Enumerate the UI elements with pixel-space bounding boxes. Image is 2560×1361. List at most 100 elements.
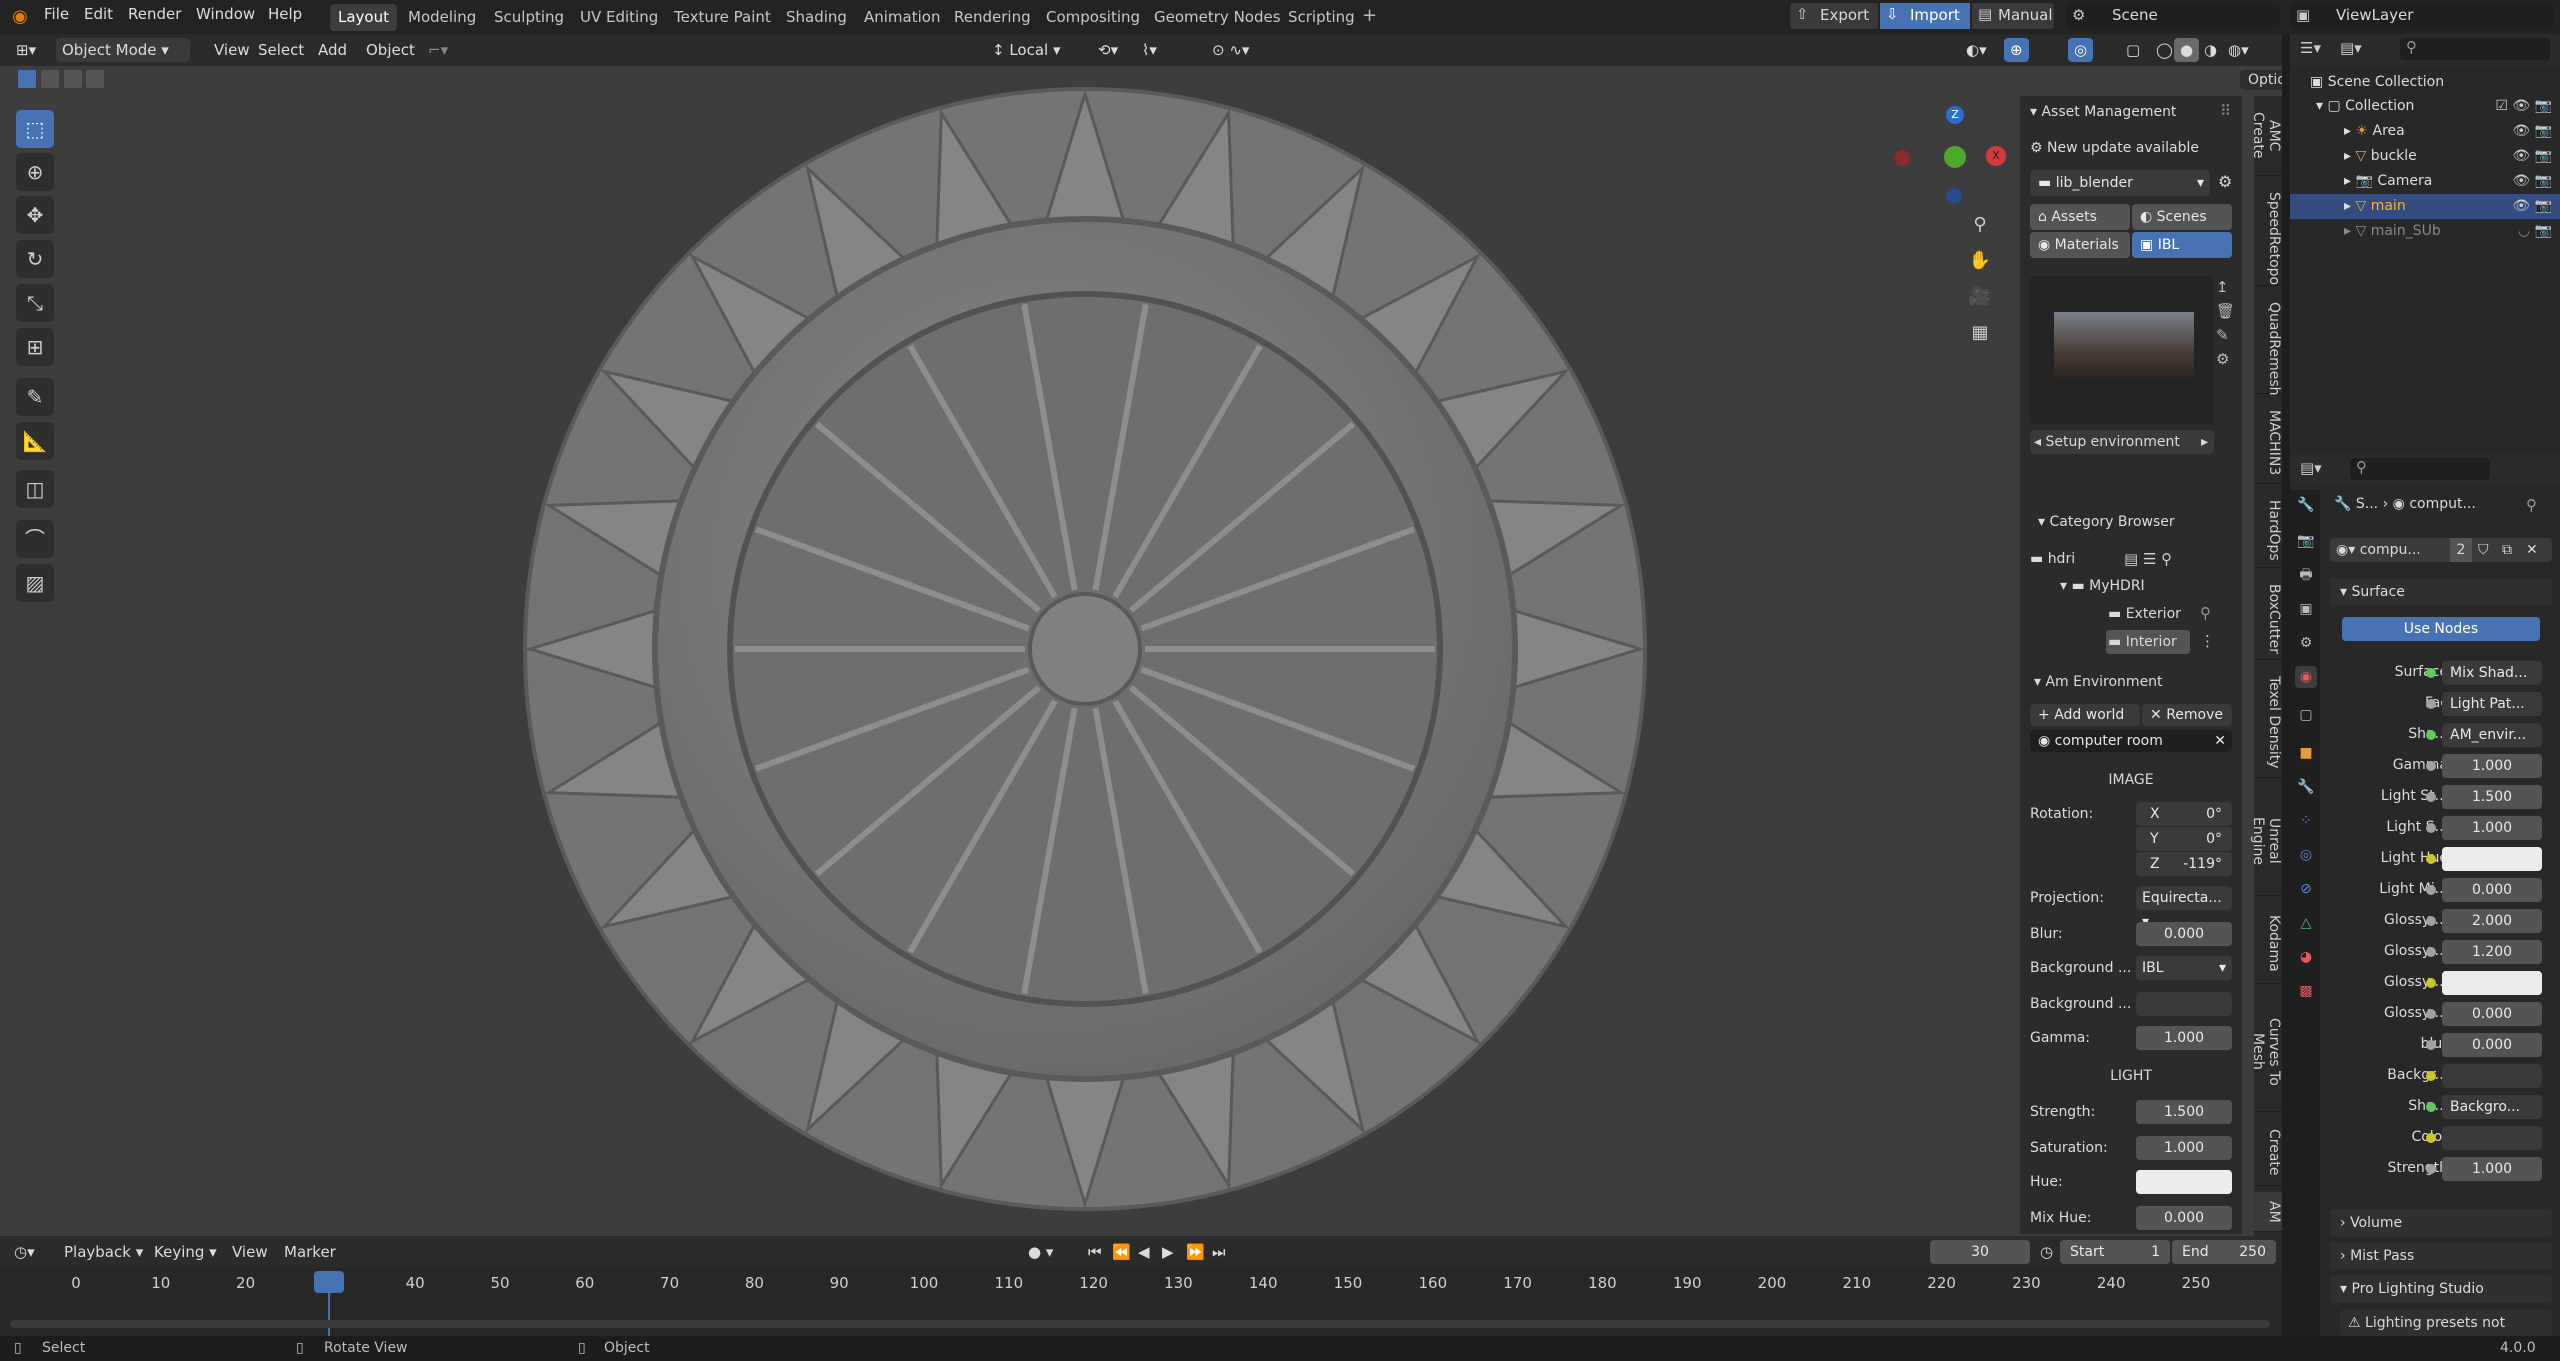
curve-tool[interactable]: ⌒ <box>16 520 54 558</box>
hdri-preview[interactable] <box>2030 276 2214 424</box>
outliner-item-buckle[interactable]: ▸ ▽ buckle 👁 📷 <box>2290 144 2560 169</box>
viewlayer-selector[interactable]: ▣ ViewLayer <box>2290 3 2554 29</box>
scene-tab-icon[interactable]: ⚙ <box>2295 632 2317 654</box>
menu-keying[interactable]: Keying ▾ <box>148 1240 223 1264</box>
jump-end-icon[interactable]: ⏭ <box>1206 1240 1232 1264</box>
tab-kodama[interactable]: Kodama <box>2254 904 2282 984</box>
current-frame-field[interactable]: 30 <box>1930 1240 2030 1264</box>
tab-machin3[interactable]: MACHIN3 <box>2254 402 2282 484</box>
move-tool[interactable]: ✥ <box>16 196 54 234</box>
pan-hand-icon[interactable]: ✋ <box>1966 250 1994 271</box>
world-name-field[interactable]: ◉ computer room ✕ <box>2030 730 2232 752</box>
export-button[interactable]: ⇧ Export <box>1790 3 1878 29</box>
collection-tab-icon[interactable]: ▢ <box>2295 704 2317 726</box>
outliner-search[interactable]: ⚲ <box>2400 38 2550 60</box>
socket-icon[interactable] <box>2426 947 2436 957</box>
socket-icon[interactable] <box>2426 854 2436 864</box>
play-reverse-icon[interactable]: ◀ <box>1132 1240 1156 1264</box>
tab-uv-editing[interactable]: UV Editing <box>572 4 666 31</box>
menu-marker[interactable]: Marker <box>278 1240 342 1264</box>
more-options-icon[interactable]: ⋮ <box>2200 632 2215 650</box>
gamma-field[interactable]: 1.000 <box>2136 1026 2232 1050</box>
menu-object[interactable]: Object <box>360 38 421 62</box>
add-cube-tool[interactable]: ◫ <box>16 470 54 508</box>
menu-window[interactable]: Window <box>196 5 255 23</box>
transform-tool[interactable]: ⊞ <box>16 328 54 366</box>
import-button[interactable]: ⇩ Import <box>1880 3 1970 29</box>
output-tab-icon[interactable]: 🖶 <box>2295 564 2317 586</box>
navigation-gizmo[interactable]: Z X <box>1880 106 2020 246</box>
preview-import-icon[interactable]: ↥ <box>2216 278 2229 296</box>
material-tab-icon[interactable]: ◕ <box>2295 946 2317 968</box>
grid-view-icon[interactable]: ▦ <box>1966 322 1994 343</box>
tab-scripting[interactable]: Scripting <box>1280 4 1363 31</box>
tab-am[interactable]: AM <box>2254 1192 2282 1232</box>
annotate-tool[interactable]: ✎ <box>16 378 54 416</box>
start-frame-field[interactable]: Start 1 <box>2060 1240 2170 1264</box>
xray-icon[interactable]: ▢ <box>2120 38 2146 62</box>
tool-tab-icon[interactable]: 🔧 <box>2295 494 2317 516</box>
image-tool[interactable]: ▨ <box>16 564 54 602</box>
data-tab-icon[interactable]: △ <box>2295 912 2317 934</box>
outliner-item-main[interactable]: ▸ ▽ main 👁 📷 <box>2290 194 2560 219</box>
gizmo-toggle-icon[interactable]: ⊕ <box>2004 38 2029 62</box>
library-settings-icon[interactable]: ⚙ <box>2218 172 2232 191</box>
tab-quadremesh[interactable]: QuadRemesh <box>2254 294 2282 396</box>
materials-tab[interactable]: ◉ Materials <box>2030 232 2130 258</box>
select-mode-icons[interactable] <box>18 70 114 90</box>
library-dropdown[interactable]: ▬ lib_blender ▾ <box>2030 170 2210 196</box>
menu-file[interactable]: File <box>44 5 69 23</box>
tab-shading[interactable]: Shading <box>778 4 855 31</box>
saturation-field[interactable]: 1.000 <box>2136 1136 2232 1160</box>
menu-help[interactable]: Help <box>268 5 302 23</box>
blender-logo-icon[interactable]: ◉ <box>10 6 30 27</box>
prop-value-field[interactable]: Light Pat... <box>2442 692 2542 716</box>
shield-model[interactable] <box>520 84 1650 1214</box>
preview-edit-icon[interactable]: ✎ <box>2216 326 2229 344</box>
tab-texel-density[interactable]: Texel Density <box>2254 668 2282 778</box>
socket-icon[interactable] <box>2426 1071 2436 1081</box>
visibility-icon[interactable]: ◐▾ <box>1960 38 1993 62</box>
proportional-icon[interactable]: ⊙ ∿▾ <box>1206 38 1255 62</box>
jump-start-icon[interactable]: ⏮ <box>1082 1240 1108 1264</box>
world-selector[interactable]: ◉▾ compu... 2 ⛉ ⧉ ✕ <box>2330 538 2552 562</box>
prop-value-field[interactable]: 1.000 <box>2442 816 2542 840</box>
editor-type-icon[interactable]: ⊞▾ <box>10 38 42 62</box>
tab-curves-to-mesh[interactable]: Curves To Mesh <box>2250 992 2282 1112</box>
pin-icon[interactable]: ⚲ <box>2526 496 2537 514</box>
mode-dropdown[interactable]: Object Mode ▾ <box>56 38 190 62</box>
mixhue-field[interactable]: 0.000 <box>2136 1206 2232 1230</box>
tab-geometry-nodes[interactable]: Geometry Nodes <box>1146 4 1289 31</box>
pivot-icon[interactable]: ⟲▾ <box>1092 38 1124 62</box>
prop-value-field[interactable] <box>2442 971 2542 995</box>
manual-button[interactable]: ▤ Manual <box>1972 3 2054 29</box>
clock-icon[interactable]: ◷ <box>2034 1240 2059 1264</box>
camera-view-icon[interactable]: 🎥 <box>1966 286 1994 307</box>
outliner-type-icon[interactable]: ☰▾ <box>2300 39 2321 57</box>
panel-grip-icon[interactable]: ⠿ <box>2220 102 2231 120</box>
prop-value-field[interactable]: 2.000 <box>2442 909 2542 933</box>
background2-field[interactable] <box>2136 992 2232 1016</box>
modifier-tab-icon[interactable]: 🔧 <box>2295 776 2317 798</box>
tree-root[interactable]: ▬ hdri <box>2030 551 2075 567</box>
scale-tool[interactable]: ⤡ <box>16 284 54 322</box>
tab-rendering[interactable]: Rendering <box>946 4 1039 31</box>
scenes-tab[interactable]: ◐ Scenes <box>2132 204 2232 230</box>
volume-section[interactable]: › Volume <box>2330 1209 2552 1237</box>
tab-compositing[interactable]: Compositing <box>1038 4 1148 31</box>
use-nodes-button[interactable]: Use Nodes <box>2342 617 2540 641</box>
properties-type-icon[interactable]: ▤▾ <box>2300 459 2322 477</box>
tree-exterior[interactable]: ▬ Exterior <box>2108 606 2181 622</box>
prop-value-field[interactable]: 1.500 <box>2442 785 2542 809</box>
menu-add[interactable]: Add <box>312 38 353 62</box>
tab-boxcutter[interactable]: BoxCutter <box>2254 576 2282 660</box>
timeline-scrollbar[interactable] <box>10 1320 2270 1328</box>
socket-icon[interactable] <box>2426 668 2436 678</box>
record-icon[interactable]: ● ▾ <box>1022 1240 1059 1264</box>
menu-view[interactable]: View <box>208 38 256 62</box>
assets-tab[interactable]: ⌂ Assets <box>2030 204 2130 230</box>
unlink-icon[interactable]: ✕ <box>2526 538 2538 562</box>
tree-tools-icons[interactable]: ▤ ☰ ⚲ <box>2124 550 2172 568</box>
remove-world-button[interactable]: ✕ Remove <box>2142 704 2232 726</box>
prop-value-field[interactable]: AM_envir... <box>2442 723 2542 747</box>
